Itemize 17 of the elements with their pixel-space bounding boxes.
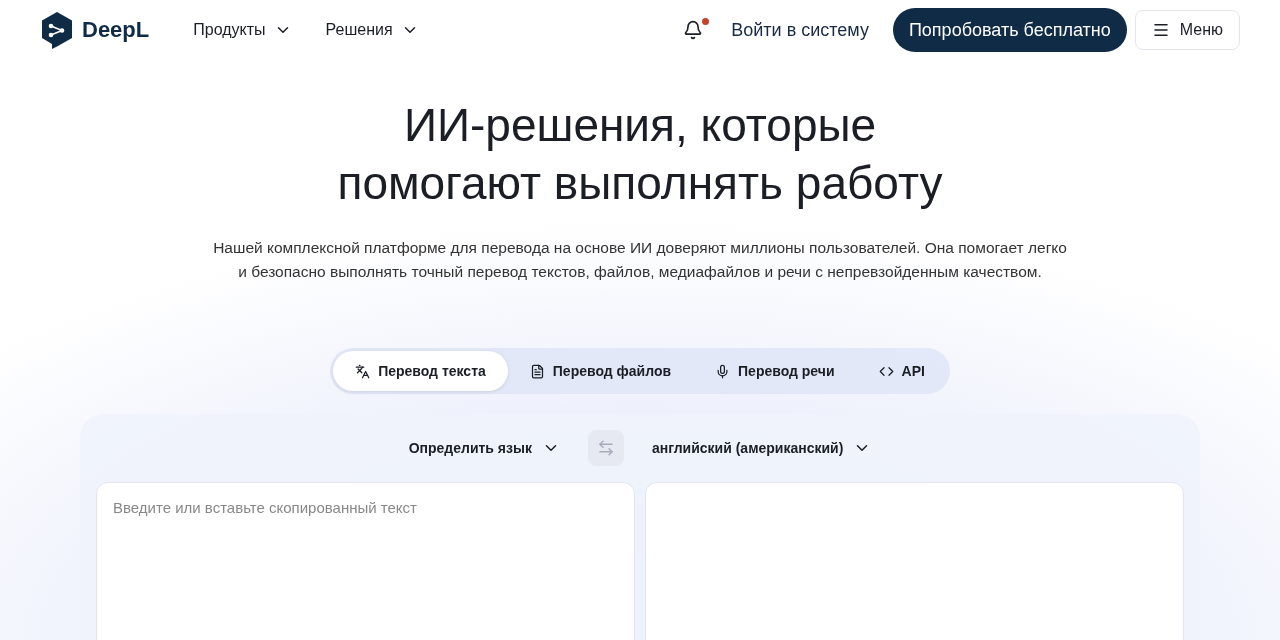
hero-title: помогают выполнять работу bbox=[336, 156, 944, 211]
login-link[interactable]: Войти в систему bbox=[731, 19, 869, 41]
target-language-select[interactable]: английский (американский) bbox=[645, 438, 878, 458]
logo-wordmark: DeepL bbox=[82, 17, 150, 43]
mode-tab[interactable]: Перевод речи bbox=[693, 351, 857, 391]
source-text-field[interactable]: Введите или вставьте скопированный текст bbox=[96, 482, 635, 640]
hero-subtitle: Нашей комплексной платформе для перевода на основе ИИ доверяют миллионы пользователей. Она помогает легко bbox=[212, 238, 1068, 258]
mode-tab[interactable]: API bbox=[856, 351, 947, 391]
try-free-button[interactable]: Попробовать бесплатно bbox=[892, 8, 1127, 52]
nav-menu-button[interactable]: Решения bbox=[325, 21, 419, 39]
hero-title: ИИ-решения, которые bbox=[402, 98, 878, 153]
source-language-select[interactable]: Определить язык bbox=[402, 438, 566, 458]
nav-menu-button[interactable]: Продукты bbox=[193, 21, 292, 39]
menu-button[interactable]: Меню bbox=[1134, 10, 1240, 50]
mode-tab[interactable]: Перевод файлов bbox=[507, 351, 694, 391]
mode-tab[interactable]: Перевод текста bbox=[333, 351, 508, 391]
hero-subtitle: и безопасно выполнять точный перевод текстов, файлов, медиафайлов и речи с непревзойденным качеством. bbox=[237, 262, 1043, 282]
